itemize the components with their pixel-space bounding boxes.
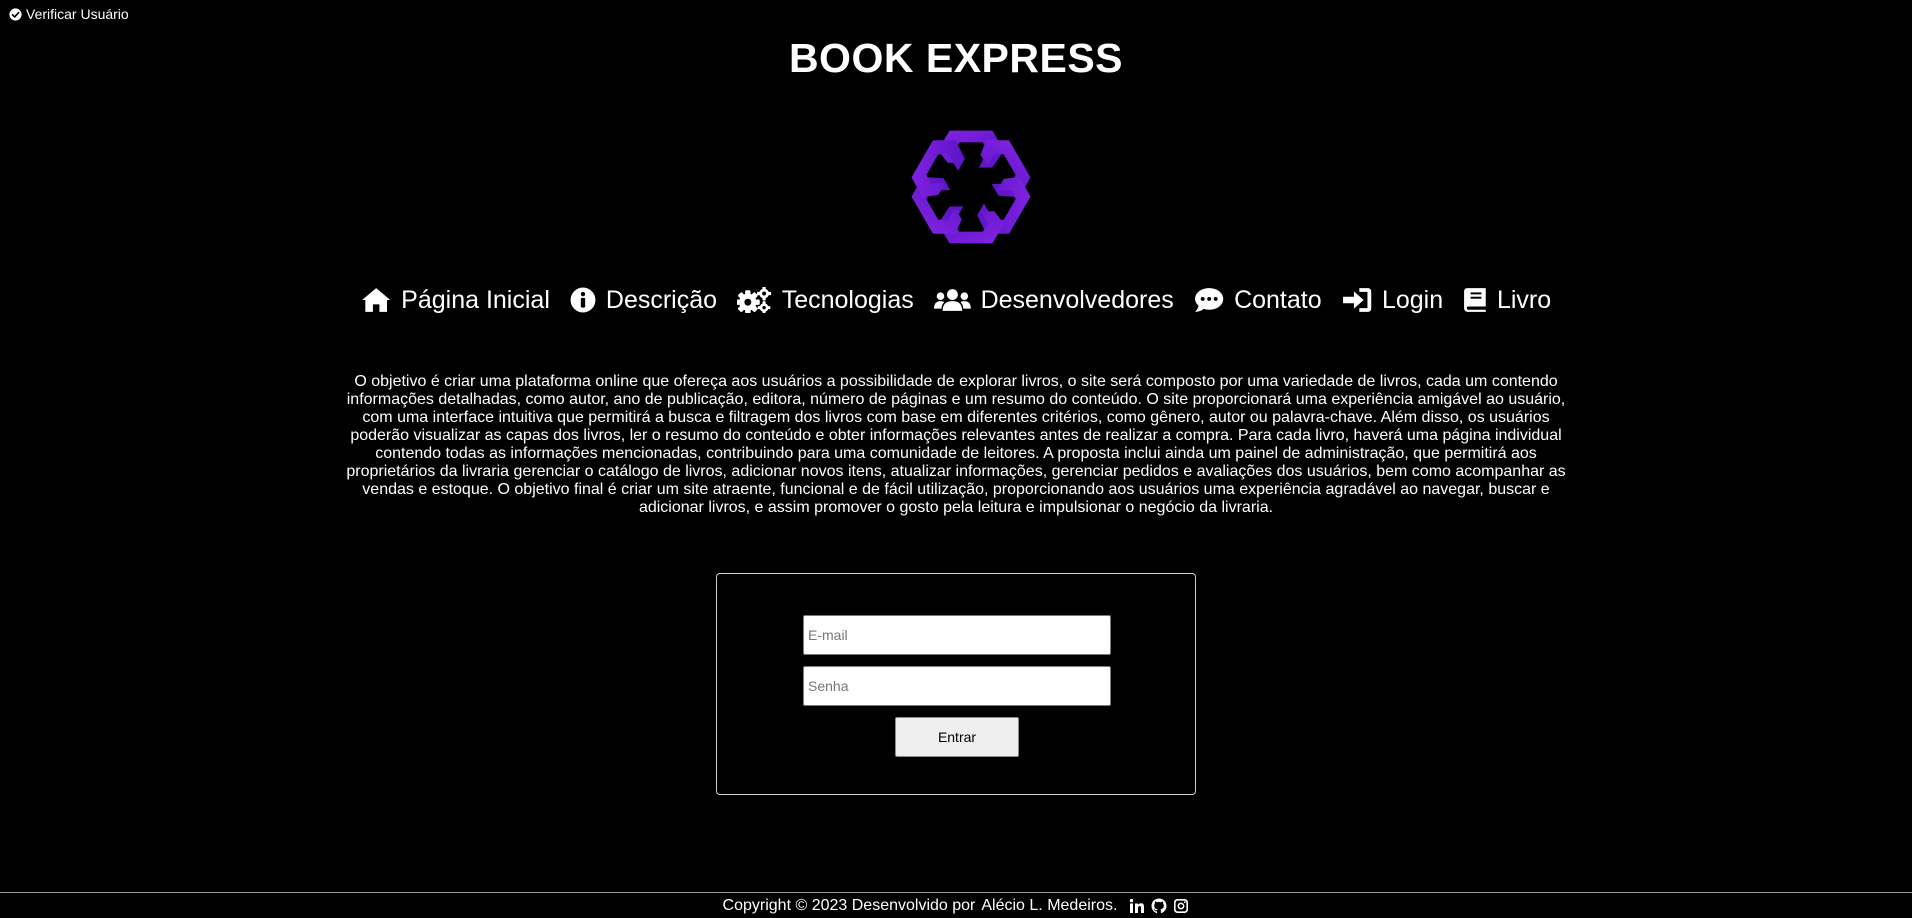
verify-user-link[interactable]: Verificar Usuário [9, 6, 129, 22]
info-icon [570, 287, 596, 313]
nav-item-label: Login [1381, 285, 1444, 314]
email-field[interactable] [803, 615, 1111, 655]
chat-icon [1194, 288, 1223, 312]
linkedin-icon[interactable] [1129, 898, 1145, 914]
project-description: O objetivo é criar uma plataforma online… [346, 373, 1566, 516]
instagram-icon[interactable] [1173, 898, 1189, 914]
book-icon [1464, 288, 1486, 312]
nav-item-home[interactable]: Página Inicial [361, 286, 550, 315]
author-name: Alécio L. Medeiros. [981, 896, 1118, 914]
site-title: BOOK EXPRESS [788, 35, 1124, 81]
verify-user-label: Verificar Usuário [26, 6, 129, 22]
nav-item-login[interactable]: Login [1342, 285, 1444, 315]
gears-icon [737, 287, 772, 313]
nav-item-technologies[interactable]: Tecnologias [737, 286, 914, 315]
home-icon [361, 288, 391, 312]
check-circle-icon [9, 7, 22, 21]
nav-item-label: Tecnologias [781, 285, 914, 314]
nav-item-label: Livro [1496, 285, 1552, 314]
nav-item-developers[interactable]: Desenvolvedores [933, 285, 1174, 315]
hexagonal-chain-logo-icon [905, 130, 1037, 244]
nav-item-label: Descrição [605, 285, 718, 314]
nav-item-book[interactable]: Livro [1463, 286, 1551, 315]
login-form: Entrar [716, 573, 1196, 795]
nav-item-description[interactable]: Descrição [570, 286, 717, 315]
login-submit-button[interactable]: Entrar [895, 717, 1019, 757]
password-field[interactable] [803, 666, 1111, 706]
nav-item-label: Contato [1234, 285, 1322, 314]
copyright-text: Copyright © 2023 Desenvolvido por [722, 896, 976, 914]
github-icon[interactable] [1151, 898, 1167, 914]
nav-item-contact[interactable]: Contato [1194, 286, 1322, 315]
site-logo [903, 126, 1039, 248]
nav-item-label: Desenvolvedores [980, 285, 1174, 314]
nav-item-label: Página Inicial [401, 285, 550, 314]
main-nav: Página Inicial Descrição Tecnologias Des… [0, 282, 1912, 318]
sign-in-icon [1342, 288, 1371, 312]
users-icon [933, 289, 971, 311]
footer: Copyright © 2023 Desenvolvido por Alécio… [0, 892, 1912, 918]
